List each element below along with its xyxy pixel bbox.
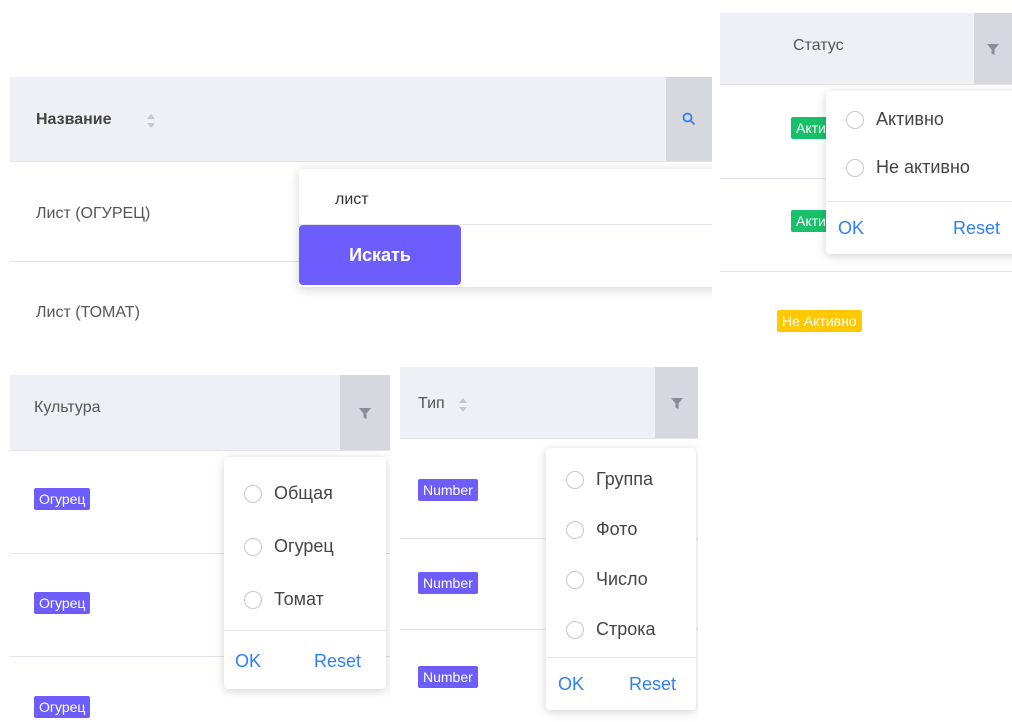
name-column-header: Название [10, 77, 712, 161]
filter-option-cucumber[interactable]: Огурец [244, 536, 334, 557]
search-icon [682, 112, 696, 126]
filter-option-label: Томат [274, 589, 324, 609]
culture-badge: Огурец [34, 488, 91, 510]
type-column-panel: Тип Number Number Number Группа Фото Чис… [400, 367, 698, 722]
status-badge: Не Активно [777, 310, 862, 332]
radio-button[interactable] [244, 590, 262, 609]
filter-ok-button[interactable]: OK [235, 651, 261, 672]
culture-badge: Огурец [34, 696, 91, 718]
radio-button[interactable] [846, 158, 864, 177]
search-input[interactable] [335, 189, 635, 211]
sort-icon[interactable] [458, 397, 468, 413]
table-cell-name: Лист (ТОМАТ) [36, 304, 140, 321]
filter-ok-button[interactable]: OK [838, 218, 864, 239]
filter-option-string[interactable]: Строка [566, 619, 656, 640]
filter-icon [359, 407, 371, 419]
filter-option-number[interactable]: Число [566, 569, 648, 590]
culture-column-panel: Культура Огурец Огурец Огурец Общая Огур… [10, 375, 390, 722]
filter-option-label: Активно [876, 109, 944, 129]
status-column-header: Статус [720, 13, 1012, 84]
filter-option-tomato[interactable]: Томат [244, 589, 324, 610]
type-filter-dropdown: Группа Фото Число Строка OK Reset [546, 448, 696, 710]
filter-option-active[interactable]: Активно [846, 109, 944, 130]
type-badge: Number [418, 572, 478, 594]
row-divider [10, 161, 712, 162]
filter-option-inactive[interactable]: Не активно [846, 157, 970, 178]
search-button[interactable]: Искать [299, 225, 461, 285]
filter-reset-button[interactable]: Reset [314, 651, 361, 672]
radio-button[interactable] [846, 110, 864, 129]
filter-option-label: Число [596, 569, 648, 589]
dropdown-divider [224, 630, 386, 631]
filter-option-label: Фото [596, 519, 638, 539]
name-column-title: Название [36, 111, 112, 128]
status-column-title: Статус [793, 37, 844, 54]
radio-button[interactable] [244, 537, 262, 556]
filter-reset-button[interactable]: Reset [953, 218, 1000, 239]
filter-option-group[interactable]: Группа [566, 469, 653, 490]
table-cell-name: Лист (ОГУРЕЦ) [36, 205, 151, 222]
filter-option-label: Строка [596, 619, 656, 639]
radio-button[interactable] [566, 620, 584, 639]
type-badge: Number [418, 666, 478, 688]
filter-icon [987, 43, 999, 55]
radio-button[interactable] [566, 570, 584, 589]
status-column-panel: Статус Активно Активно Не Активно Активн… [720, 13, 1012, 353]
filter-option-photo[interactable]: Фото [566, 519, 637, 540]
filter-option-label: Общая [274, 483, 333, 503]
filter-option-label: Не активно [876, 157, 970, 177]
radio-button[interactable] [566, 470, 584, 489]
culture-badge: Огурец [34, 592, 91, 614]
filter-option-general[interactable]: Общая [244, 483, 333, 504]
row-divider [400, 438, 698, 439]
sort-icon[interactable] [146, 113, 156, 129]
type-filter-button[interactable] [655, 367, 698, 438]
culture-column-header: Культура [10, 375, 390, 450]
radio-button[interactable] [244, 484, 262, 503]
type-badge: Number [418, 479, 478, 501]
filter-option-label: Группа [596, 469, 654, 489]
row-divider [720, 271, 1012, 272]
filter-icon [670, 397, 683, 409]
dropdown-divider [546, 657, 696, 658]
row-divider [720, 84, 1012, 85]
filter-ok-button[interactable]: OK [558, 674, 584, 695]
culture-filter-button[interactable] [340, 375, 390, 450]
row-divider [10, 450, 390, 451]
status-filter-button[interactable] [974, 13, 1012, 84]
type-column-title: Тип [418, 395, 445, 412]
culture-filter-dropdown: Общая Огурец Томат OK Reset [224, 457, 386, 689]
radio-button[interactable] [566, 520, 584, 539]
filter-option-label: Огурец [274, 536, 334, 556]
search-filter-button[interactable] [666, 77, 712, 161]
name-column-panel: Название Лист (ОГУРЕЦ) Лист (ТОМАТ) Иска… [10, 77, 712, 352]
status-filter-dropdown: Активно Не активно OK Reset [826, 91, 1012, 254]
culture-column-title: Культура [34, 399, 101, 416]
dropdown-divider [826, 201, 1012, 202]
type-column-header: Тип [400, 367, 698, 438]
filter-reset-button[interactable]: Reset [629, 674, 676, 695]
